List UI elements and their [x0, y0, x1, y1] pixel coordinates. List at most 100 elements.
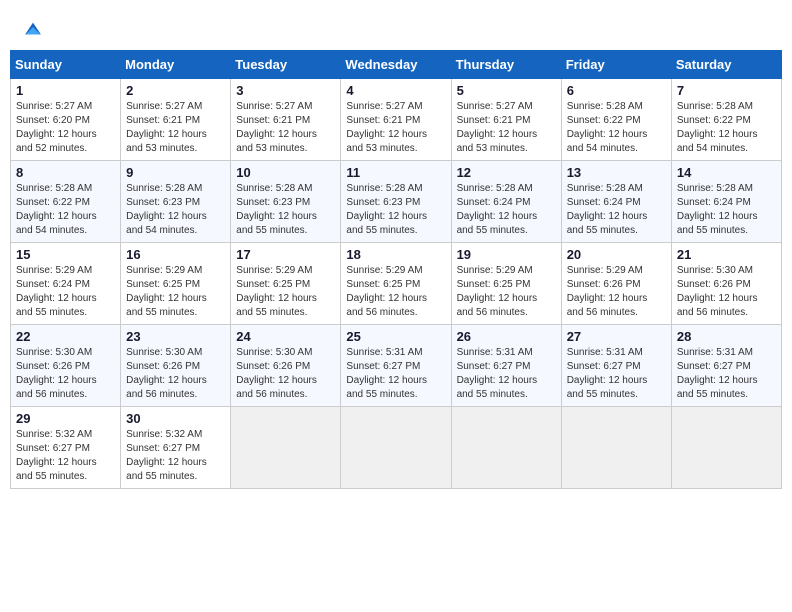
day-info: Sunrise: 5:27 AM Sunset: 6:20 PM Dayligh… — [16, 100, 115, 156]
day-info: Sunrise: 5:30 AM Sunset: 6:26 PM Dayligh… — [16, 346, 115, 402]
table-cell: 1 Sunrise: 5:27 AM Sunset: 6:20 PM Daylig… — [11, 79, 121, 161]
day-number: 5 — [457, 83, 556, 98]
table-cell — [561, 407, 671, 489]
table-cell — [451, 407, 561, 489]
day-number: 1 — [16, 83, 115, 98]
day-info: Sunrise: 5:27 AM Sunset: 6:21 PM Dayligh… — [236, 100, 335, 156]
logo — [20, 18, 44, 42]
table-cell: 17 Sunrise: 5:29 AM Sunset: 6:25 PM Dayli… — [231, 243, 341, 325]
day-number: 20 — [567, 247, 666, 262]
table-cell — [231, 407, 341, 489]
day-number: 11 — [346, 165, 445, 180]
table-cell: 30 Sunrise: 5:32 AM Sunset: 6:27 PM Dayli… — [121, 407, 231, 489]
table-cell: 20 Sunrise: 5:29 AM Sunset: 6:26 PM Dayli… — [561, 243, 671, 325]
calendar-row: 15 Sunrise: 5:29 AM Sunset: 6:24 PM Dayli… — [11, 243, 782, 325]
table-cell — [671, 407, 781, 489]
day-info: Sunrise: 5:28 AM Sunset: 6:24 PM Dayligh… — [677, 182, 776, 238]
day-number: 19 — [457, 247, 556, 262]
day-info: Sunrise: 5:29 AM Sunset: 6:25 PM Dayligh… — [346, 264, 445, 320]
table-cell: 2 Sunrise: 5:27 AM Sunset: 6:21 PM Daylig… — [121, 79, 231, 161]
day-info: Sunrise: 5:27 AM Sunset: 6:21 PM Dayligh… — [126, 100, 225, 156]
day-info: Sunrise: 5:31 AM Sunset: 6:27 PM Dayligh… — [677, 346, 776, 402]
day-number: 24 — [236, 329, 335, 344]
day-number: 27 — [567, 329, 666, 344]
day-info: Sunrise: 5:28 AM Sunset: 6:24 PM Dayligh… — [567, 182, 666, 238]
calendar-table: Sunday Monday Tuesday Wednesday Thursday… — [10, 50, 782, 489]
table-cell: 12Sunrise: 5:28 AM Sunset: 6:24 PM Dayli… — [451, 161, 561, 243]
day-number: 21 — [677, 247, 776, 262]
day-number: 30 — [126, 411, 225, 426]
day-info: Sunrise: 5:28 AM Sunset: 6:22 PM Dayligh… — [567, 100, 666, 156]
day-info: Sunrise: 5:28 AM Sunset: 6:23 PM Dayligh… — [236, 182, 335, 238]
day-number: 29 — [16, 411, 115, 426]
day-number: 9 — [126, 165, 225, 180]
table-cell: 24 Sunrise: 5:30 AM Sunset: 6:26 PM Dayli… — [231, 325, 341, 407]
table-cell: 10 Sunrise: 5:28 AM Sunset: 6:23 PM Dayli… — [231, 161, 341, 243]
col-wednesday: Wednesday — [341, 51, 451, 79]
day-info: Sunrise: 5:31 AM Sunset: 6:27 PM Dayligh… — [457, 346, 556, 402]
day-number: 3 — [236, 83, 335, 98]
day-number: 15 — [16, 247, 115, 262]
table-cell: 3 Sunrise: 5:27 AM Sunset: 6:21 PM Daylig… — [231, 79, 341, 161]
table-cell: 25 Sunrise: 5:31 AM Sunset: 6:27 PM Dayli… — [341, 325, 451, 407]
table-cell: 15 Sunrise: 5:29 AM Sunset: 6:24 PM Dayli… — [11, 243, 121, 325]
table-cell: 22 Sunrise: 5:30 AM Sunset: 6:26 PM Dayli… — [11, 325, 121, 407]
day-info: Sunrise: 5:28 AM Sunset: 6:24 PM Dayligh… — [457, 182, 556, 238]
day-number: 22 — [16, 329, 115, 344]
day-number: 17 — [236, 247, 335, 262]
day-number: 7 — [677, 83, 776, 98]
day-info: Sunrise: 5:28 AM Sunset: 6:22 PM Dayligh… — [16, 182, 115, 238]
table-cell: 21 Sunrise: 5:30 AM Sunset: 6:26 PM Dayli… — [671, 243, 781, 325]
table-cell: 11 Sunrise: 5:28 AM Sunset: 6:23 PM Dayli… — [341, 161, 451, 243]
day-info: Sunrise: 5:29 AM Sunset: 6:24 PM Dayligh… — [16, 264, 115, 320]
day-number: 18 — [346, 247, 445, 262]
day-number: 2 — [126, 83, 225, 98]
calendar-header-row: Sunday Monday Tuesday Wednesday Thursday… — [11, 51, 782, 79]
day-info: Sunrise: 5:30 AM Sunset: 6:26 PM Dayligh… — [677, 264, 776, 320]
day-number: 25 — [346, 329, 445, 344]
day-info: Sunrise: 5:31 AM Sunset: 6:27 PM Dayligh… — [567, 346, 666, 402]
day-info: Sunrise: 5:31 AM Sunset: 6:27 PM Dayligh… — [346, 346, 445, 402]
day-info: Sunrise: 5:30 AM Sunset: 6:26 PM Dayligh… — [236, 346, 335, 402]
day-info: Sunrise: 5:32 AM Sunset: 6:27 PM Dayligh… — [16, 428, 115, 484]
day-number: 10 — [236, 165, 335, 180]
table-cell: 4 Sunrise: 5:27 AM Sunset: 6:21 PM Daylig… — [341, 79, 451, 161]
calendar-row: 1 Sunrise: 5:27 AM Sunset: 6:20 PM Daylig… — [11, 79, 782, 161]
day-info: Sunrise: 5:29 AM Sunset: 6:25 PM Dayligh… — [236, 264, 335, 320]
day-number: 14 — [677, 165, 776, 180]
day-number: 4 — [346, 83, 445, 98]
table-cell: 14 Sunrise: 5:28 AM Sunset: 6:24 PM Dayli… — [671, 161, 781, 243]
table-cell: 28 Sunrise: 5:31 AM Sunset: 6:27 PM Dayli… — [671, 325, 781, 407]
calendar-row: 8 Sunrise: 5:28 AM Sunset: 6:22 PM Daylig… — [11, 161, 782, 243]
day-info: Sunrise: 5:27 AM Sunset: 6:21 PM Dayligh… — [457, 100, 556, 156]
day-number: 23 — [126, 329, 225, 344]
table-cell: 26 Sunrise: 5:31 AM Sunset: 6:27 PM Dayli… — [451, 325, 561, 407]
day-number: 13 — [567, 165, 666, 180]
day-info: Sunrise: 5:29 AM Sunset: 6:25 PM Dayligh… — [457, 264, 556, 320]
table-cell: 7Sunrise: 5:28 AM Sunset: 6:22 PM Daylig… — [671, 79, 781, 161]
day-info: Sunrise: 5:28 AM Sunset: 6:23 PM Dayligh… — [346, 182, 445, 238]
day-info: Sunrise: 5:28 AM Sunset: 6:23 PM Dayligh… — [126, 182, 225, 238]
day-info: Sunrise: 5:29 AM Sunset: 6:25 PM Dayligh… — [126, 264, 225, 320]
col-sunday: Sunday — [11, 51, 121, 79]
day-info: Sunrise: 5:32 AM Sunset: 6:27 PM Dayligh… — [126, 428, 225, 484]
calendar-row: 22 Sunrise: 5:30 AM Sunset: 6:26 PM Dayli… — [11, 325, 782, 407]
table-cell: 19 Sunrise: 5:29 AM Sunset: 6:25 PM Dayli… — [451, 243, 561, 325]
table-cell: 29 Sunrise: 5:32 AM Sunset: 6:27 PM Dayli… — [11, 407, 121, 489]
day-number: 6 — [567, 83, 666, 98]
col-tuesday: Tuesday — [231, 51, 341, 79]
day-info: Sunrise: 5:27 AM Sunset: 6:21 PM Dayligh… — [346, 100, 445, 156]
table-cell: 6 Sunrise: 5:28 AM Sunset: 6:22 PM Daylig… — [561, 79, 671, 161]
day-number: 26 — [457, 329, 556, 344]
table-cell — [341, 407, 451, 489]
table-cell: 13 Sunrise: 5:28 AM Sunset: 6:24 PM Dayli… — [561, 161, 671, 243]
col-friday: Friday — [561, 51, 671, 79]
day-number: 28 — [677, 329, 776, 344]
day-number: 8 — [16, 165, 115, 180]
col-thursday: Thursday — [451, 51, 561, 79]
table-cell: 18 Sunrise: 5:29 AM Sunset: 6:25 PM Dayli… — [341, 243, 451, 325]
col-monday: Monday — [121, 51, 231, 79]
logo-icon — [22, 18, 44, 40]
day-info: Sunrise: 5:29 AM Sunset: 6:26 PM Dayligh… — [567, 264, 666, 320]
header — [10, 10, 782, 46]
